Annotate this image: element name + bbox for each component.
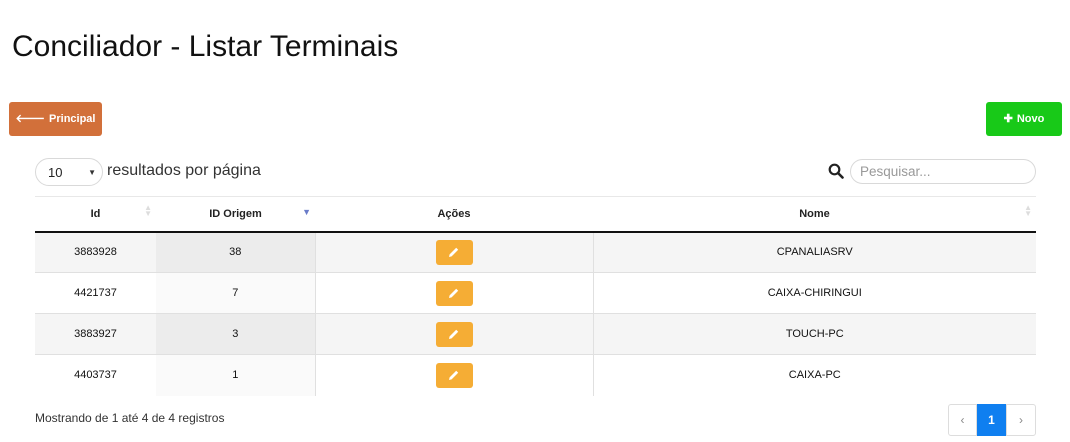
edit-button[interactable]	[435, 239, 473, 265]
cell-nome: CAIXA-CHIRINGUI	[593, 272, 1036, 314]
cell-acoes	[315, 354, 594, 396]
cell-acoes	[315, 272, 594, 314]
pencil-icon	[449, 248, 459, 258]
cell-id: 3883928	[35, 231, 156, 273]
column-header-id-origem[interactable]: ID Origem ▼	[156, 196, 315, 233]
cell-id: 4421737	[35, 272, 156, 314]
cell-nome: CAIXA-PC	[788, 369, 841, 382]
table-row: 3883928 38 CPANALIASRV	[35, 231, 1036, 273]
table-row: 4421737 7 CAIXA-CHIRINGUI	[35, 272, 1036, 314]
table-row: 3883927 3 TOUCH-PC	[35, 313, 1036, 355]
cell-acoes	[315, 313, 594, 355]
cell-nome: CPANALIASRV	[593, 231, 1036, 273]
table-info: Mostrando de 1 até 4 de 4 registros	[35, 411, 225, 425]
cell-id: 3883927	[35, 313, 156, 355]
column-header-id[interactable]: Id ▲ ▼	[35, 196, 156, 233]
plus-icon: ✚	[1003, 112, 1013, 125]
column-header-nome[interactable]: Nome ▲ ▼	[593, 196, 1036, 233]
page-length-label: resultados por página	[107, 162, 261, 179]
arrow-left-icon: 🡐	[15, 112, 46, 125]
table-row: 4403737 1 CAIXA-PC	[35, 354, 1036, 396]
sort-icon: ▲ ▼	[144, 203, 152, 218]
sort-icon: ▲ ▼	[1024, 203, 1032, 218]
sort-desc-icon: ▼	[302, 207, 311, 217]
pencil-icon	[449, 371, 459, 381]
cell-id-origem: 38	[156, 231, 316, 273]
cell-acoes	[315, 231, 594, 273]
pagination: ‹ 1 ›	[948, 404, 1036, 436]
pencil-icon	[449, 329, 459, 339]
page-length-select[interactable]: 10 ▼	[35, 158, 103, 186]
pencil-icon	[449, 288, 459, 298]
pagination-page-button[interactable]: 1	[977, 404, 1006, 436]
pagination-prev-button[interactable]: ‹	[948, 404, 977, 436]
column-header-acoes: Ações	[315, 196, 593, 233]
page-title: Conciliador - Listar Terminais	[12, 30, 399, 63]
search-input[interactable]	[850, 159, 1036, 184]
page-length-value: 10	[48, 164, 63, 180]
pagination-next-button[interactable]: ›	[1006, 404, 1036, 436]
search-icon	[828, 163, 844, 179]
cell-id-origem: 1	[156, 354, 316, 396]
chevron-down-icon: ▼	[88, 168, 96, 177]
cell-id: 4403737	[74, 369, 117, 382]
new-terminal-button[interactable]: ✚ Novo	[986, 102, 1062, 136]
new-terminal-label: Novo	[1016, 113, 1045, 125]
edit-button[interactable]	[435, 280, 473, 306]
back-principal-label: Principal	[49, 113, 96, 125]
edit-button[interactable]	[435, 362, 473, 388]
back-principal-button[interactable]: 🡐 Principal	[9, 102, 102, 136]
edit-button[interactable]	[435, 321, 473, 347]
cell-id-origem: 3	[156, 313, 316, 355]
cell-id-origem: 7	[156, 272, 316, 314]
cell-nome: TOUCH-PC	[593, 313, 1036, 355]
terminals-table: Id ▲ ▼ ID Origem ▼ Ações Nome ▲ ▼ 3883928 …	[35, 196, 1036, 396]
